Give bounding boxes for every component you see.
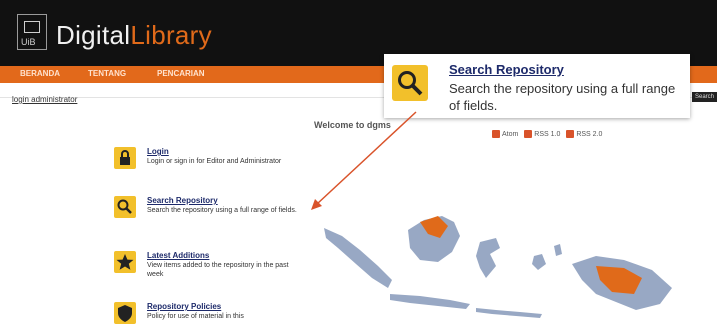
- annotation-arrow: [311, 111, 417, 210]
